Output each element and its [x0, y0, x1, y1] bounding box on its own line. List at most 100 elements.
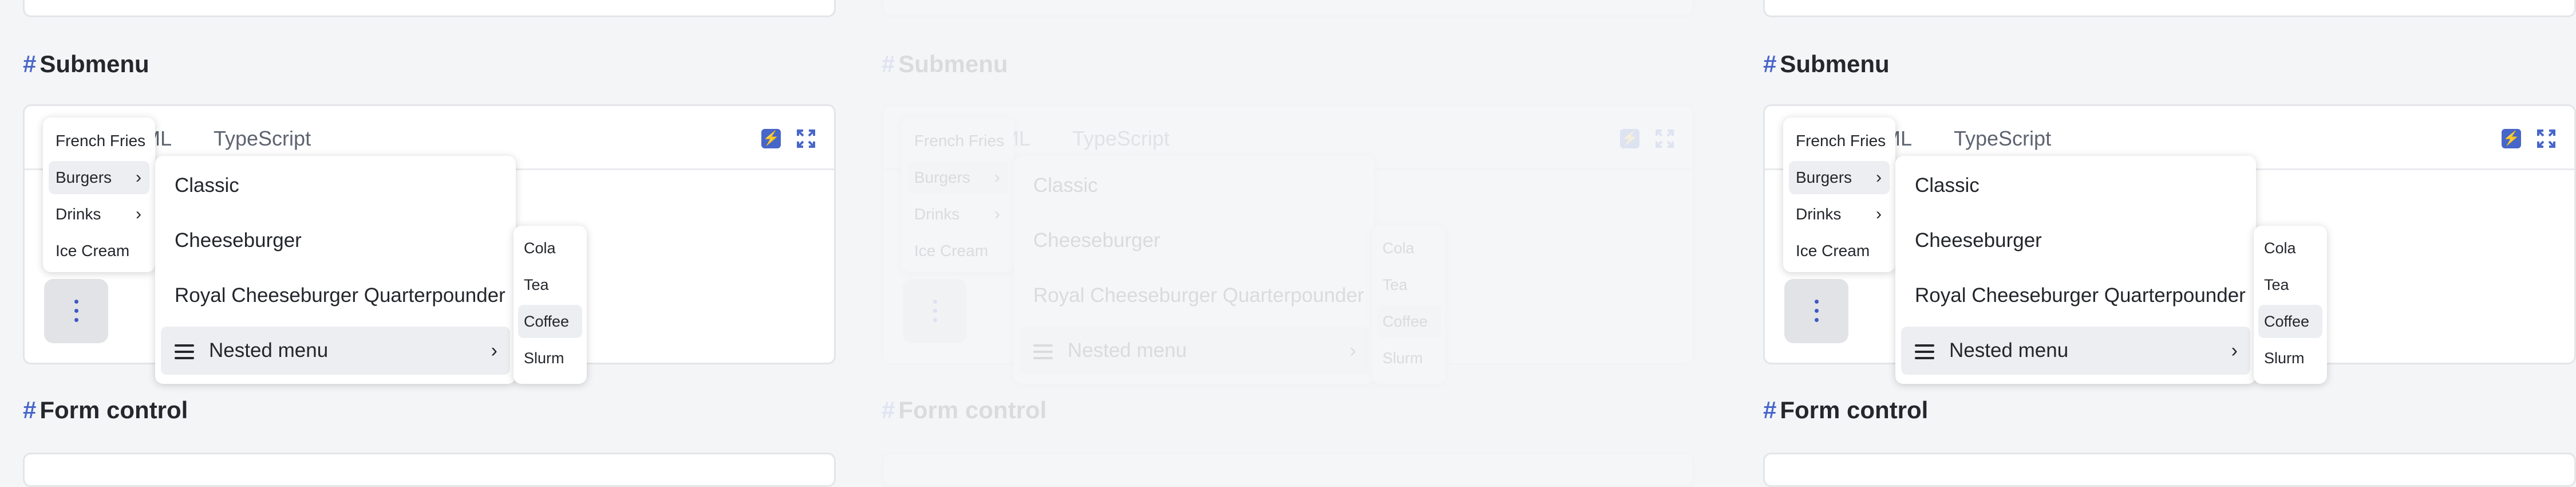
nested-menu-item[interactable]: Cola [2258, 231, 2322, 265]
form-control-title: Form control [1780, 396, 1929, 423]
menu-item[interactable]: Ice Cream [1789, 234, 1890, 268]
nested-menu-item-label: Tea [2264, 276, 2289, 293]
submenu-heading: # Submenu [1763, 50, 1890, 78]
submenu-item[interactable]: Cheeseburger [1020, 217, 1369, 265]
chevron-right-icon: › [1349, 340, 1356, 362]
menu-item-label: Burgers [56, 168, 112, 186]
submenu-item[interactable]: Classic [1901, 162, 2250, 210]
menu-item[interactable]: Drinks › [1789, 198, 1890, 231]
menu-item-label: Ice Cream [1796, 242, 1870, 260]
submenu-item[interactable]: Royal Cheeseburger Quarterpounder [161, 272, 510, 320]
anchor-hash: # [1763, 50, 1777, 77]
food-menu: French Fries Burgers › Drinks › Ice Cream [43, 117, 155, 272]
menu-item-label: Burgers [914, 168, 971, 186]
form-control-title: Form control [898, 396, 1047, 423]
menu-item[interactable]: French Fries [907, 124, 1008, 158]
more-vert-button[interactable] [44, 279, 108, 343]
submenu-item[interactable]: Nested menu › [1020, 327, 1369, 375]
submenu-heading: # Submenu [23, 50, 149, 78]
expand-icon[interactable] [796, 129, 816, 148]
nested-menu-item[interactable]: Tea [518, 268, 582, 301]
nested-menu-item-label: Coffee [524, 313, 570, 330]
nested-menu-item[interactable]: Coffee [1377, 305, 1441, 338]
submenu-item[interactable]: Nested menu › [161, 327, 510, 375]
nested-menu-item-label: Cola [2264, 239, 2296, 257]
menu-item[interactable]: Ice Cream [907, 234, 1008, 268]
nested-menu-item[interactable]: Tea [1377, 268, 1441, 301]
more-vert-button[interactable] [1784, 279, 1848, 343]
chevron-right-icon: › [994, 168, 1000, 187]
nested-menu-item[interactable]: Coffee [518, 305, 582, 338]
menu-item-label: Burgers [1796, 168, 1852, 186]
submenu-item-label: Cheeseburger [1033, 229, 1160, 252]
menu-item-label: Ice Cream [914, 242, 989, 260]
demo-panel-2: #Submenu TML TypeScript ⚡ French FriesBu… [859, 0, 1717, 487]
menu-item-label: French Fries [56, 132, 146, 150]
submenu-item[interactable]: Classic [161, 162, 510, 210]
nested-menu-item-label: Coffee [2264, 313, 2310, 330]
nested-menu-item[interactable]: Slurm [518, 341, 582, 375]
drinks-nested-submenu: Cola Tea Coffee Slurm [513, 226, 587, 384]
demo-panel-1: #Submenu TML TypeScript ⚡ French FriesBu… [0, 0, 859, 487]
bolt-icon[interactable]: ⚡ [1620, 129, 1639, 148]
nested-menu-item[interactable]: Coffee [2258, 305, 2322, 338]
tab-typescript[interactable]: TypeScript [214, 127, 311, 151]
menu-icon [175, 340, 194, 363]
burgers-submenu: Classic Cheeseburger Royal Cheeseburger Qu… [1014, 156, 1374, 384]
menu-item-label: Drinks [56, 205, 101, 223]
menu-item[interactable]: French Fries [49, 124, 149, 158]
menu-item[interactable]: Ice Cream [49, 234, 149, 268]
submenu-item-label: Classic [1915, 174, 1980, 197]
form-control-heading: # Form control [882, 396, 1046, 424]
menu-item[interactable]: Drinks › [907, 198, 1008, 231]
menu-icon [1915, 340, 1934, 363]
menu-item[interactable]: French Fries [1789, 124, 1890, 158]
nested-menu-item-label: Tea [524, 276, 549, 293]
bolt-icon[interactable]: ⚡ [2502, 129, 2521, 148]
submenu-item[interactable]: Cheeseburger [1901, 217, 2250, 265]
submenu-item[interactable]: Cheeseburger [161, 217, 510, 265]
nested-menu-item-label: Slurm [524, 349, 564, 367]
nested-menu-item-label: Cola [1382, 239, 1415, 257]
food-menu: French Fries Burgers › Drinks › Ice Cream [1783, 117, 1895, 272]
submenu-item[interactable]: Classic [1020, 162, 1369, 210]
bolt-icon[interactable]: ⚡ [761, 129, 781, 148]
burgers-submenu: Classic Cheeseburger Royal Cheeseburger Qu… [155, 156, 516, 384]
submenu-item-label: Classic [1033, 174, 1098, 197]
tab-typescript[interactable]: TypeScript [1954, 127, 2051, 151]
menu-item-label: French Fries [1796, 132, 1886, 150]
chevron-right-icon: › [1876, 168, 1882, 187]
submenu-item-label: Nested menu [209, 339, 329, 362]
nested-menu-item[interactable]: Tea [2258, 268, 2322, 301]
chevron-right-icon: › [1876, 205, 1882, 223]
food-menu: French Fries Burgers › Drinks › Ice Cream [902, 117, 1014, 272]
menu-item[interactable]: Burgers › [49, 161, 149, 194]
submenu-item[interactable]: Nested menu › [1901, 327, 2250, 375]
expand-icon[interactable] [1655, 129, 1674, 148]
submenu-item-label: Royal Cheeseburger Quarterpounder [175, 284, 505, 307]
anchor-hash: # [23, 396, 37, 423]
submenu-item-label: Cheeseburger [175, 229, 302, 252]
menu-item[interactable]: Drinks › [49, 198, 149, 231]
nested-menu-item[interactable]: Cola [1377, 231, 1441, 265]
chevron-right-icon: › [136, 205, 141, 223]
previous-demo-card [23, 0, 836, 17]
nested-menu-item-label: Tea [1382, 276, 1408, 293]
burgers-submenu: Classic Cheeseburger Royal Cheeseburger Qu… [1895, 156, 2256, 384]
submenu-item[interactable]: Royal Cheeseburger Quarterpounder [1020, 272, 1369, 320]
nested-menu-item[interactable]: Slurm [2258, 341, 2322, 375]
expand-icon[interactable] [2537, 129, 2556, 148]
menu-icon [1033, 340, 1053, 363]
submenu-item[interactable]: Royal Cheeseburger Quarterpounder [1901, 272, 2250, 320]
chevron-right-icon: › [2231, 340, 2238, 362]
menu-item[interactable]: Burgers › [1789, 161, 1890, 194]
submenu-item-label: Royal Cheeseburger Quarterpounder [1033, 284, 1364, 307]
menu-item-label: Ice Cream [56, 242, 130, 260]
more-vert-button[interactable] [903, 279, 967, 343]
tab-typescript[interactable]: TypeScript [1072, 127, 1170, 151]
anchor-hash: # [882, 396, 895, 423]
nested-menu-item[interactable]: Cola [518, 231, 582, 265]
menu-item[interactable]: Burgers › [907, 161, 1008, 194]
nested-menu-item[interactable]: Slurm [1377, 341, 1441, 375]
submenu-title: Submenu [39, 50, 149, 77]
